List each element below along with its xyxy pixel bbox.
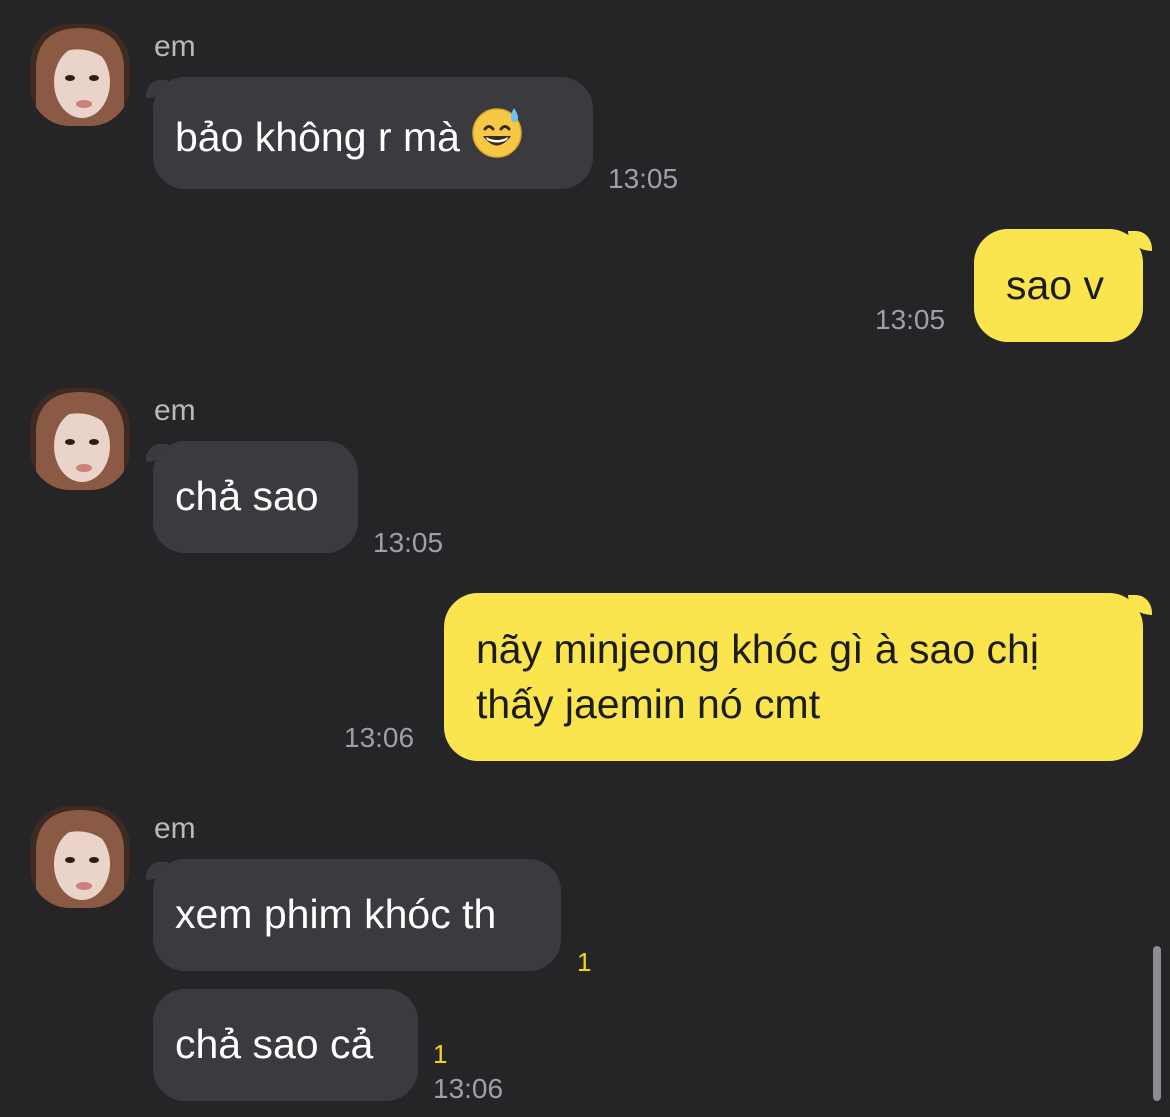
avatar[interactable]: [30, 24, 130, 126]
profile-photo: [30, 388, 130, 490]
message-timestamp: 13:06: [344, 722, 415, 753]
message-timestamp: 13:05: [608, 163, 679, 194]
unread-count: 1: [433, 1039, 448, 1069]
message-text-line: nãy minjeong khóc gì à sao chị: [476, 626, 1039, 672]
message-bubble-outgoing[interactable]: sao v: [974, 229, 1143, 342]
message-bubble-incoming[interactable]: chả sao: [153, 441, 358, 553]
message-text: sao v: [1006, 262, 1104, 308]
grinning-face-with-sweat-icon: [470, 105, 524, 173]
avatar[interactable]: [30, 806, 130, 908]
message-bubble-incoming[interactable]: chả sao cả: [153, 989, 418, 1101]
message-timestamp: 13:05: [875, 304, 946, 335]
sender-name: em: [154, 812, 196, 845]
message-bubble-incoming[interactable]: bảo không r mà: [153, 77, 593, 189]
message-timestamp: 13:05: [373, 527, 444, 558]
message-timestamp: 13:06: [433, 1073, 504, 1104]
unread-count: 1: [577, 947, 592, 977]
profile-photo: [30, 24, 130, 126]
sender-name: em: [154, 394, 196, 427]
chat-window: em bảo không r mà 13:05 sao v 13:05 em c…: [0, 0, 1170, 1117]
message-bubble-incoming[interactable]: xem phim khóc th: [153, 859, 561, 971]
message-text-line: thấy jaemin nó cmt: [476, 681, 821, 727]
message-bubble-outgoing[interactable]: nãy minjeong khóc gì à sao chị thấy jaem…: [444, 593, 1143, 761]
avatar[interactable]: [30, 388, 130, 490]
message-text: chả sao: [175, 473, 319, 519]
message-text: chả sao cả: [175, 1021, 374, 1067]
message-text: bảo không r mà: [175, 114, 460, 160]
profile-photo: [30, 806, 130, 908]
message-text: xem phim khóc th: [175, 891, 497, 937]
scrollbar[interactable]: [1153, 946, 1161, 1101]
sender-name: em: [154, 30, 196, 63]
